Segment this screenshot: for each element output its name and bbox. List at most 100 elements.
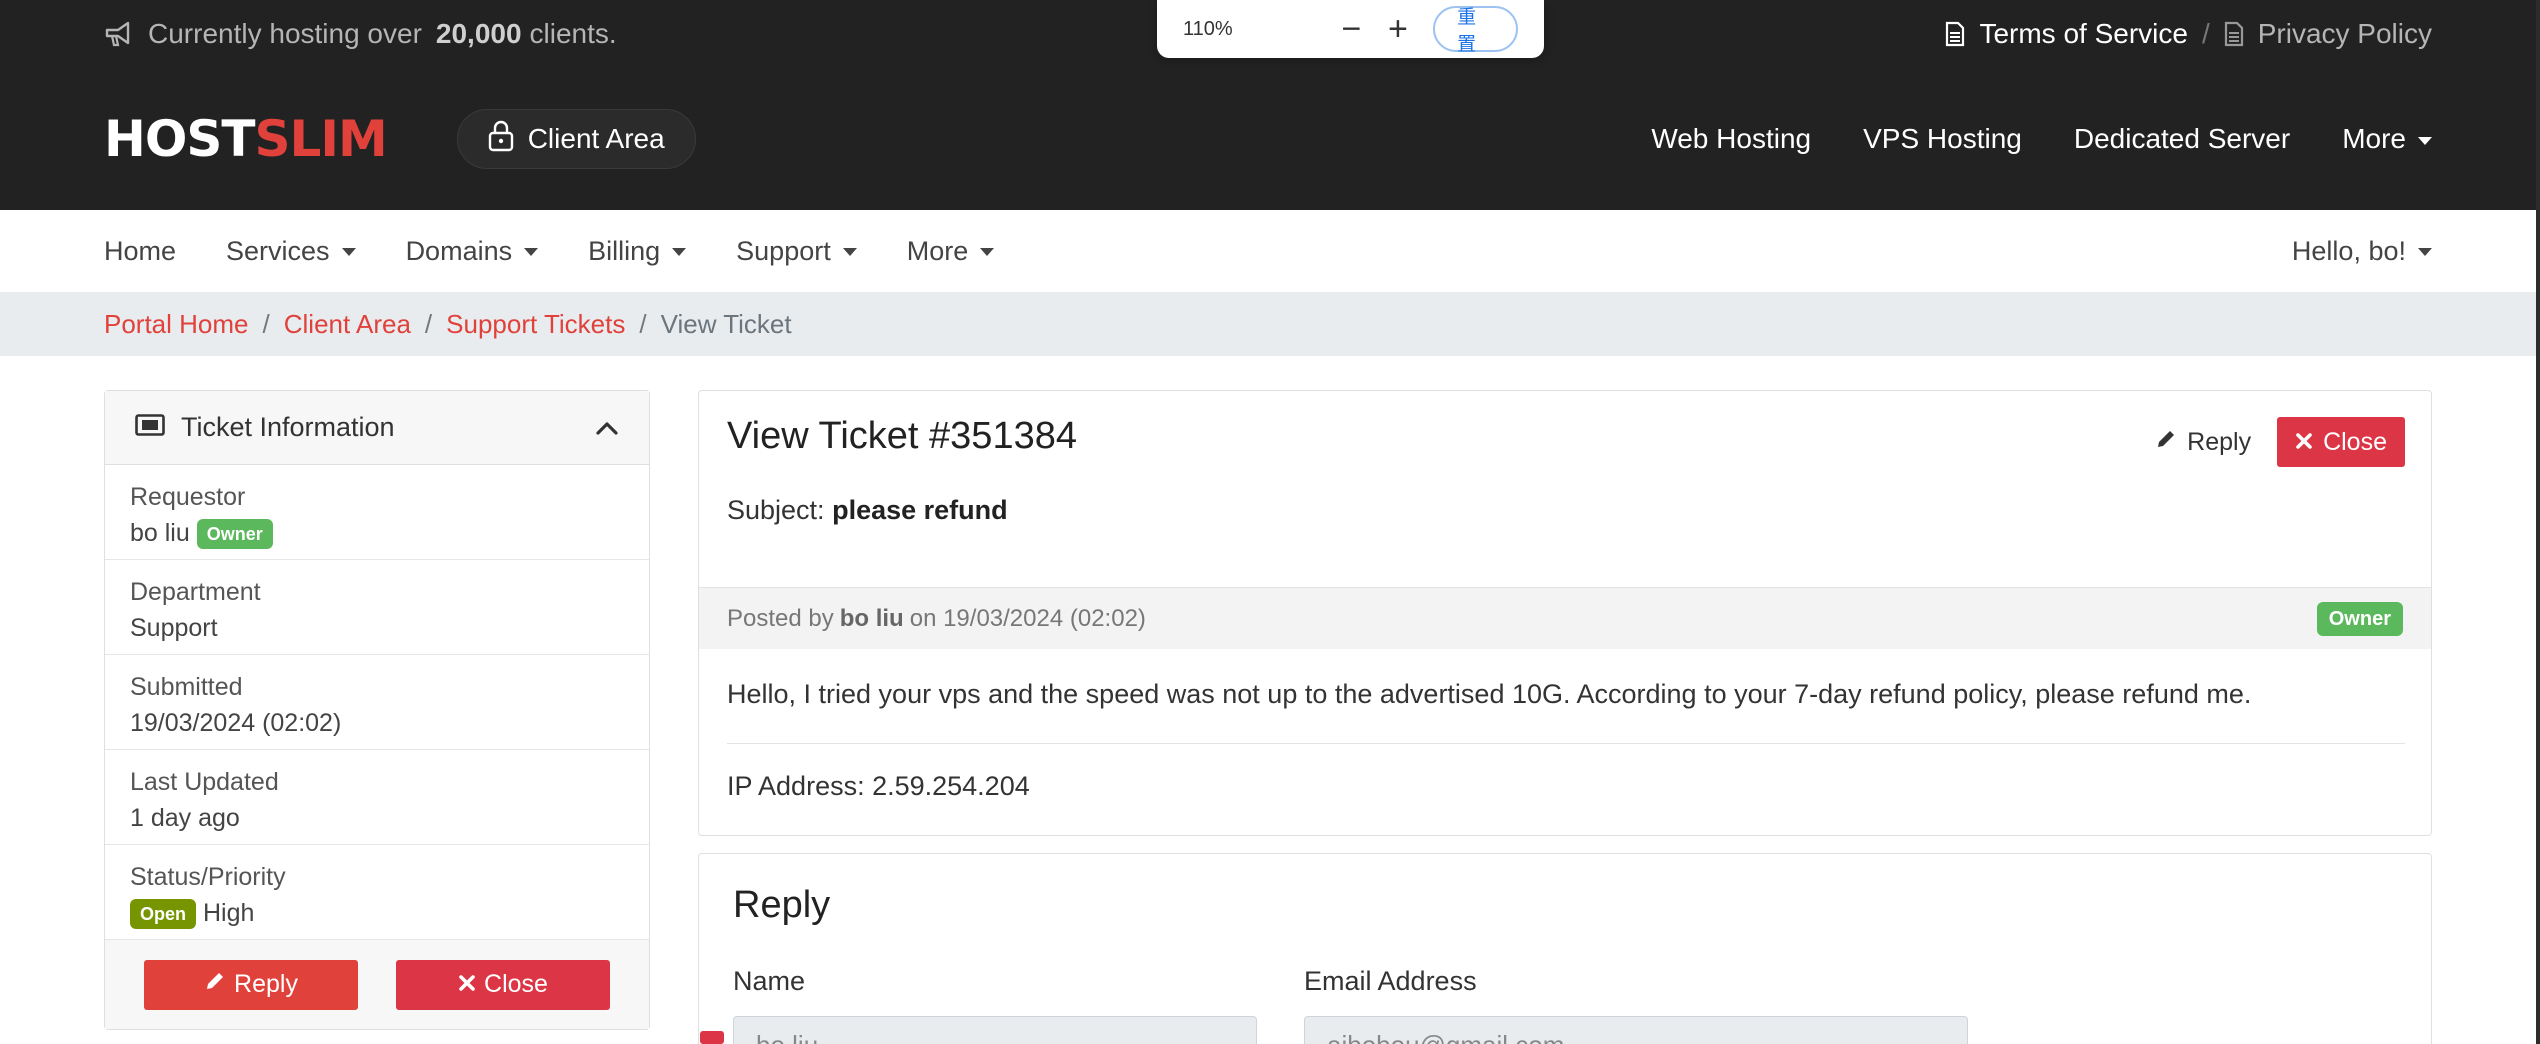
- user-menu[interactable]: Hello, bo!: [2292, 236, 2432, 267]
- subnav-billing-label: Billing: [588, 235, 661, 266]
- document-icon: [1945, 21, 1965, 47]
- client-area-button[interactable]: Client Area: [456, 109, 696, 169]
- caret-down-icon: [980, 248, 995, 257]
- ticket-subject: Subject: please refund: [727, 495, 1008, 526]
- lock-icon: [488, 120, 514, 159]
- terms-of-service-link[interactable]: Terms of Service: [1979, 18, 2188, 50]
- reply-form-title: Reply: [733, 884, 831, 926]
- ticket-title: View Ticket #351384: [727, 415, 1077, 457]
- pencil-icon: [2155, 428, 2177, 457]
- sidebar-reply-button[interactable]: Reply: [144, 959, 358, 1010]
- ticket-ip-address: IP Address: 2.59.254.204: [727, 771, 1030, 801]
- sidebar-reply-label: Reply: [234, 970, 298, 998]
- priority-value: High: [202, 899, 255, 927]
- owner-badge: Owner: [196, 519, 273, 550]
- status-priority-label: Status/Priority: [130, 863, 286, 891]
- pencil-icon: [204, 970, 226, 999]
- subnav-home[interactable]: Home: [104, 236, 176, 267]
- zoom-level: 110%: [1183, 17, 1233, 40]
- ticket-reply-label: Reply: [2187, 427, 2252, 456]
- announcement-count: 20,000: [435, 18, 522, 49]
- nav-more-label: More: [2342, 123, 2406, 154]
- subnav-services[interactable]: Services: [226, 236, 356, 267]
- nav-web-hosting[interactable]: Web Hosting: [1651, 123, 1811, 155]
- announcement-prefix: Currently hosting over: [148, 18, 422, 49]
- reply-form-card: Reply Name Email Address bo liu aibobou@…: [698, 853, 2432, 1044]
- department-value: Support: [130, 614, 218, 642]
- subnav-support[interactable]: Support: [736, 236, 857, 267]
- breadcrumb-portal-home[interactable]: Portal Home: [104, 309, 249, 340]
- post-owner-badge: Owner: [2316, 601, 2403, 636]
- zoom-popup: 110% − + 重置: [1157, 0, 1544, 58]
- name-label: Name: [733, 966, 806, 996]
- zoom-reset-button[interactable]: 重置: [1433, 6, 1518, 55]
- subject-value: please refund: [832, 495, 1008, 525]
- logo[interactable]: HOSTSLIM: [104, 110, 388, 168]
- subnav-domains-label: Domains: [405, 235, 513, 266]
- zoom-out-button[interactable]: −: [1328, 12, 1374, 46]
- ticket-reply-link[interactable]: Reply: [2155, 428, 2251, 457]
- last-updated-label: Last Updated: [130, 768, 279, 796]
- client-area-label: Client Area: [527, 123, 665, 154]
- email-label: Email Address: [1304, 966, 1477, 996]
- caret-down-icon: [842, 248, 857, 257]
- requestor-label: Requestor: [130, 483, 246, 511]
- submitted-row: Submitted 19/03/2024 (02:02): [105, 655, 649, 750]
- subnav-billing[interactable]: Billing: [588, 235, 687, 267]
- posted-by-label: Posted by: [727, 604, 834, 632]
- secondary-nav: Home Services Domains Billing Support Mo…: [0, 210, 2536, 292]
- last-updated-value: 1 day ago: [130, 804, 240, 832]
- ticket-icon: [135, 412, 165, 443]
- department-label: Department: [130, 578, 261, 606]
- department-row: Department Support: [105, 560, 649, 655]
- status-badge: Open: [130, 899, 197, 930]
- subnav-services-label: Services: [226, 235, 330, 266]
- sidebar-close-button[interactable]: Close: [396, 959, 610, 1010]
- user-greeting: Hello, bo!: [2291, 235, 2406, 266]
- ticket-info-header[interactable]: Ticket Information: [105, 391, 649, 465]
- sidebar-close-label: Close: [484, 970, 548, 998]
- nav-vps-hosting[interactable]: VPS Hosting: [1863, 123, 2022, 155]
- main-nav: Web Hosting VPS Hosting Dedicated Server…: [1651, 123, 2432, 155]
- subnav-more-label: More: [906, 235, 969, 266]
- privacy-policy-link[interactable]: Privacy Policy: [2258, 18, 2432, 50]
- announcement: Currently hosting over 20,000 clients.: [104, 18, 617, 50]
- caret-down-icon: [672, 248, 687, 257]
- breadcrumb-separator: /: [262, 308, 270, 339]
- post-meta-bar: Posted by bo liu on 19/03/2024 (02:02) O…: [699, 587, 2431, 649]
- submitted-value: 19/03/2024 (02:02): [130, 709, 342, 737]
- breadcrumb-client-area[interactable]: Client Area: [284, 309, 411, 340]
- breadcrumb-separator: /: [639, 308, 647, 339]
- caret-down-icon: [2418, 136, 2432, 145]
- ticket-message: Hello, I tried your vps and the speed wa…: [727, 679, 2252, 709]
- required-marker: [700, 1031, 724, 1044]
- requestor-value: bo liu: [130, 519, 190, 547]
- post-author: bo liu: [839, 604, 904, 632]
- times-icon: [458, 970, 476, 999]
- submitted-label: Submitted: [130, 673, 243, 701]
- nav-more-dropdown[interactable]: More: [2342, 123, 2432, 155]
- document-icon: [2224, 21, 2244, 47]
- breadcrumb-separator: /: [424, 308, 433, 339]
- chevron-up-icon[interactable]: [595, 412, 619, 443]
- subnav-more[interactable]: More: [907, 236, 995, 267]
- logo-slim: SLIM: [254, 110, 387, 168]
- nav-dedicated-server[interactable]: Dedicated Server: [2074, 123, 2290, 155]
- zoom-in-button[interactable]: +: [1375, 12, 1421, 46]
- caret-down-icon: [2418, 248, 2432, 257]
- name-field[interactable]: bo liu: [733, 1016, 1257, 1044]
- ticket-card: View Ticket #351384 Reply Close Subject:…: [698, 390, 2432, 836]
- site-header: HOSTSLIM Client Area Web Hosting VPS Hos…: [0, 68, 2536, 210]
- ticket-close-button[interactable]: Close: [2277, 417, 2405, 467]
- page-scrollbar[interactable]: [2536, 0, 2540, 1044]
- caret-down-icon: [524, 248, 539, 257]
- requestor-row: Requestor bo liu Owner: [105, 465, 649, 560]
- subnav-domains[interactable]: Domains: [406, 236, 539, 267]
- subnav-support-label: Support: [736, 235, 831, 266]
- post-date: on 19/03/2024 (02:02): [909, 604, 1146, 632]
- times-icon: [2295, 428, 2313, 457]
- last-updated-row: Last Updated 1 day ago: [105, 750, 649, 845]
- ticket-close-label: Close: [2323, 427, 2387, 456]
- breadcrumb-support-tickets[interactable]: Support Tickets: [446, 309, 625, 340]
- email-field[interactable]: aibobou@gmail.com: [1304, 1016, 1968, 1044]
